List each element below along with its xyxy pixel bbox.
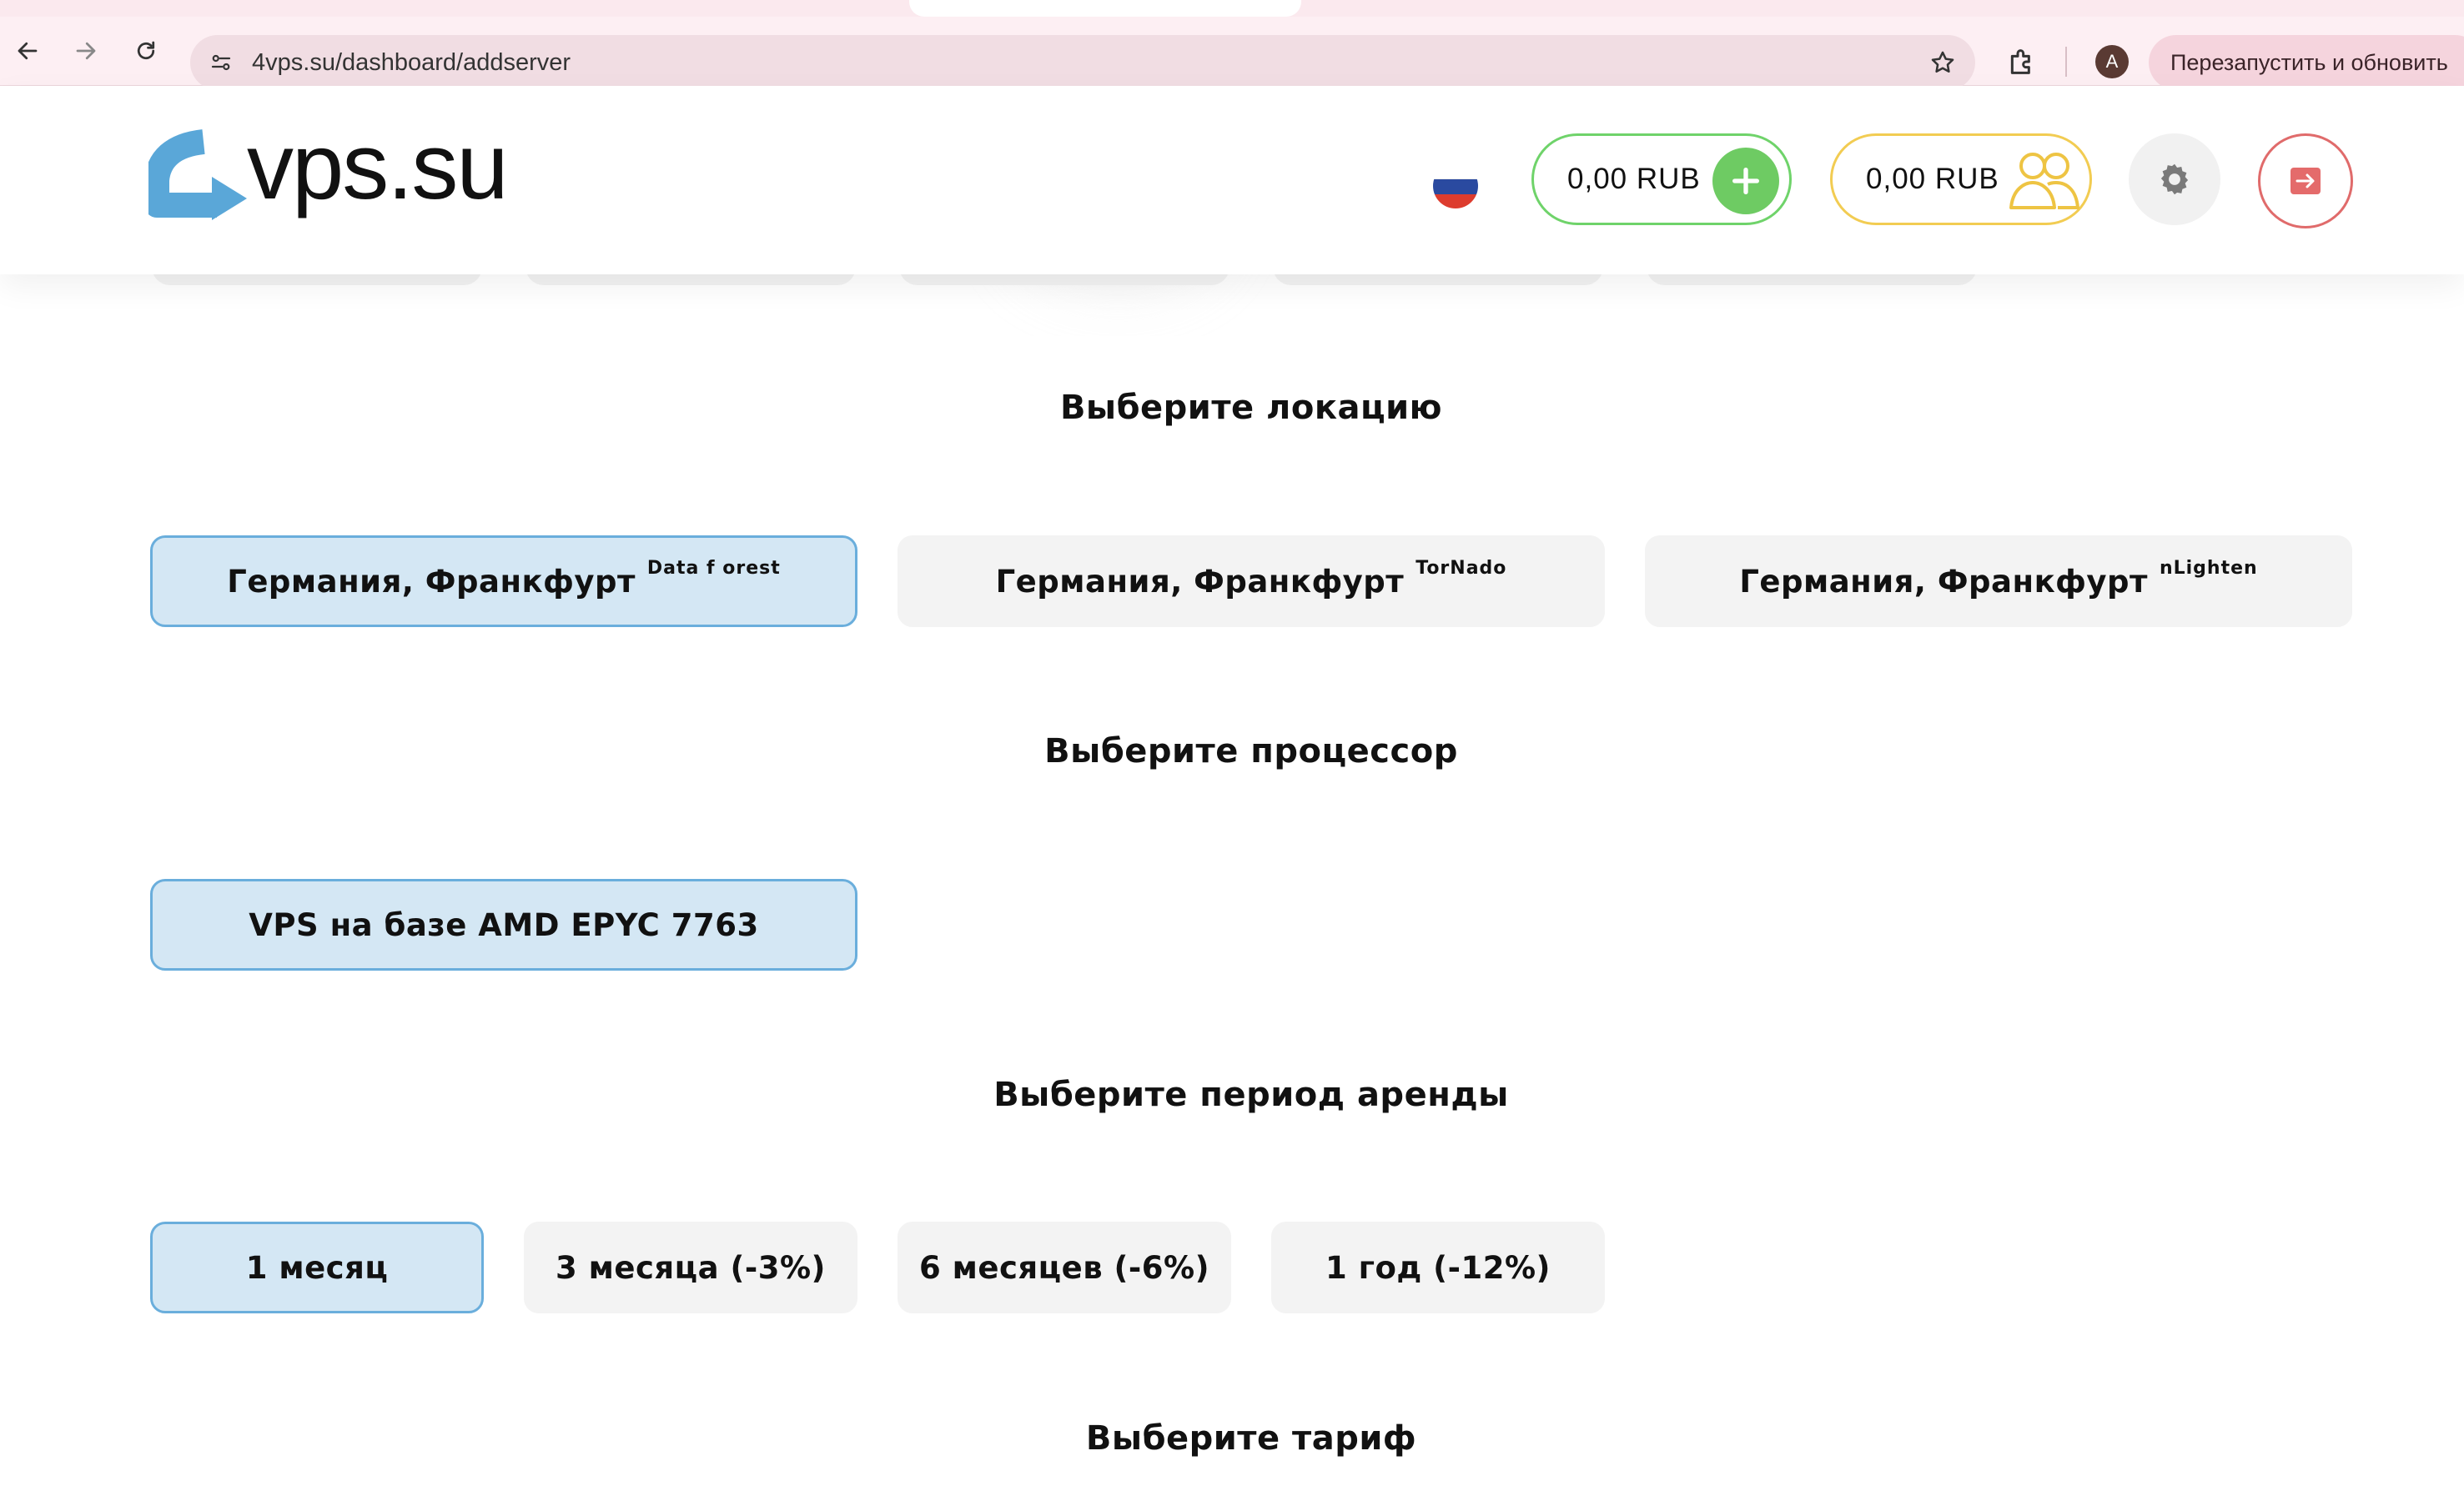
reload-icon[interactable] <box>127 32 165 70</box>
site-info-icon[interactable] <box>209 50 234 75</box>
period-option-1-year[interactable]: 1 год (-12%) <box>1271 1222 1605 1313</box>
main-balance-pill[interactable]: 0,00 RUB <box>1531 133 1792 225</box>
location-option-label: Германия, Франкфурт <box>1739 563 2148 600</box>
add-funds-plus-icon[interactable] <box>1712 148 1779 214</box>
url-text[interactable]: 4vps.su/dashboard/addserver <box>252 35 571 90</box>
period-option-label: 3 месяца (-3%) <box>556 1249 826 1286</box>
location-option-nlighten[interactable]: Германия, Франкфурт nLighten <box>1645 535 2352 627</box>
bookmark-star-icon[interactable] <box>1928 48 1957 77</box>
period-option-6-months[interactable]: 6 месяцев (-6%) <box>898 1222 1231 1313</box>
location-option-dataforest[interactable]: Германия, Франкфурт Data f orest <box>150 535 857 627</box>
profile-avatar[interactable]: A <box>2095 45 2129 78</box>
browser-active-tab[interactable] <box>909 0 1301 17</box>
logout-icon <box>2291 168 2321 194</box>
period-option-3-months[interactable]: 3 месяца (-3%) <box>524 1222 857 1313</box>
location-section-title: Выберите локацию <box>1059 389 1443 427</box>
extensions-icon[interactable] <box>2005 45 2039 78</box>
russian-flag-icon[interactable] <box>1433 163 1478 208</box>
back-icon[interactable] <box>8 32 47 70</box>
forward-icon[interactable] <box>67 32 105 70</box>
referral-users-icon <box>2009 153 2079 209</box>
logout-button[interactable] <box>2258 133 2353 228</box>
address-bar[interactable]: 4vps.su/dashboard/addserver <box>190 35 1975 90</box>
referral-balance-pill[interactable]: 0,00 RUB <box>1830 133 2092 225</box>
gear-icon <box>2160 163 2189 195</box>
logo-text[interactable]: vps.su <box>247 117 509 217</box>
location-provider-label: Data f orest <box>646 557 781 579</box>
period-option-1-month[interactable]: 1 месяц <box>150 1222 484 1313</box>
processor-option-amd-epyc[interactable]: VPS на базе AMD EPYC 7763 <box>150 879 857 971</box>
location-provider-label: TorNado <box>1416 557 1507 579</box>
processor-option-label: VPS на базе AMD EPYC 7763 <box>249 906 759 943</box>
period-section-title: Выберите период аренды <box>993 1076 1509 1114</box>
location-provider-label: nLighten <box>2159 557 2258 579</box>
location-option-label: Германия, Франкфурт <box>995 563 1405 600</box>
toolbar-divider <box>2065 47 2067 77</box>
settings-button[interactable] <box>2129 133 2220 225</box>
tariff-section-title: Выберите тариф <box>1085 1419 1417 1458</box>
processor-section-title: Выберите процессор <box>1044 732 1458 771</box>
period-option-label: 6 месяцев (-6%) <box>919 1249 1209 1286</box>
location-option-tornado[interactable]: Германия, Франкфурт TorNado <box>898 535 1605 627</box>
browser-toolbar: 4vps.su/dashboard/addserver A Перезапуст… <box>0 17 2464 90</box>
period-option-label: 1 месяц <box>245 1249 389 1286</box>
location-option-label: Германия, Франкфурт <box>227 563 636 600</box>
main-balance-amount: 0,00 RUB <box>1567 163 1701 195</box>
browser-tab-strip <box>0 0 2464 17</box>
referral-balance-amount: 0,00 RUB <box>1866 163 1999 195</box>
relaunch-update-button[interactable]: Перезапустить и обновить <box>2149 35 2464 90</box>
period-option-label: 1 год (-12%) <box>1325 1249 1551 1286</box>
